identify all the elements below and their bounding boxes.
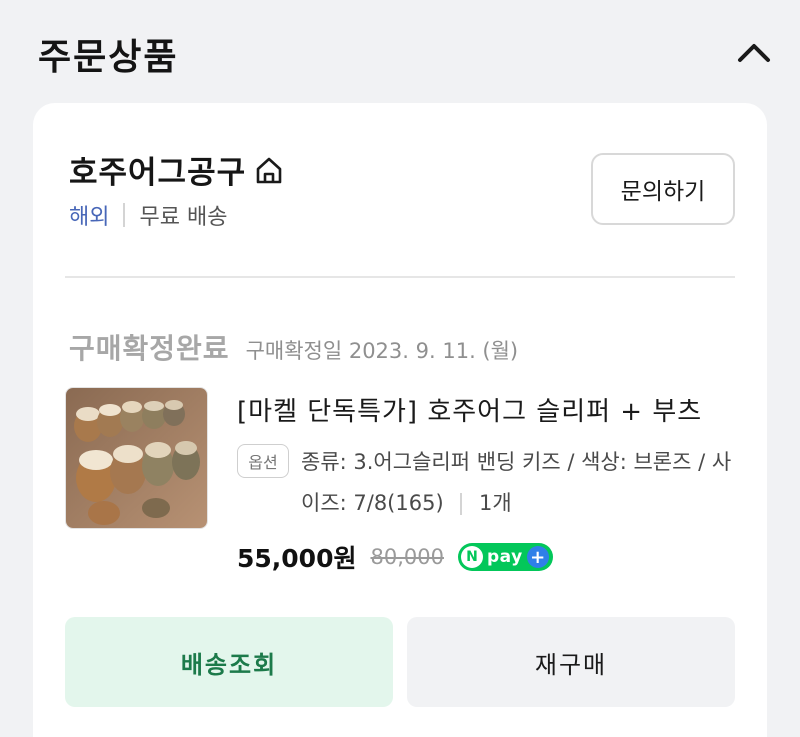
sale-price: 55,000원 <box>237 544 357 573</box>
plus-icon: + <box>526 546 549 568</box>
store-name-text: 호주어그공구 <box>69 155 247 191</box>
price-row: 55,000원 80,000 N pay + <box>237 539 553 575</box>
confirm-date: 구매확정일 2023. 9. 11. (월) <box>245 339 519 363</box>
chevron-up-icon[interactable] <box>734 36 774 68</box>
inquiry-button[interactable]: 문의하기 <box>591 153 735 225</box>
store-meta: 해외 무료 배송 <box>69 199 227 231</box>
store-name[interactable]: 호주어그공구 <box>69 147 284 192</box>
option-badge: 옵션 <box>237 444 289 478</box>
npay-logo-icon: N <box>460 546 483 568</box>
order-card: 호주어그공구 해외 무료 배송 문의하기 구매확정완료 구매확정일 2023. … <box>33 103 767 737</box>
shipping-label: 무료 배송 <box>139 205 228 230</box>
npay-plus-badge: N pay + <box>457 543 553 571</box>
original-price: 80,000 <box>370 545 444 569</box>
meta-divider <box>123 203 126 227</box>
section-title: 주문상품 <box>38 37 179 78</box>
home-icon <box>256 157 282 183</box>
product-image[interactable] <box>65 387 208 529</box>
npay-label: pay <box>486 547 523 567</box>
product-name[interactable]: [마켈 단독특가] 호주어그 슬리퍼 + 부츠 <box>237 391 702 428</box>
reorder-button[interactable]: 재구매 <box>407 617 735 707</box>
overseas-label: 해외 <box>69 205 110 230</box>
quantity-divider <box>460 493 463 515</box>
product-photo <box>66 388 207 528</box>
track-delivery-button[interactable]: 배송조회 <box>65 617 393 707</box>
quantity: 1개 <box>479 491 512 515</box>
option-text: 종류: 3.어그슬리퍼 밴딩 키즈 / 색상: 브론즈 / 사이즈: 7/8(1… <box>301 442 737 524</box>
section-header[interactable]: 주문상품 <box>0 0 800 100</box>
option-detail: 종류: 3.어그슬리퍼 밴딩 키즈 / 색상: 브론즈 / 사이즈: 7/8(1… <box>301 450 732 515</box>
divider <box>65 276 735 278</box>
order-status: 구매확정완료 구매확정일 2023. 9. 11. (월) <box>69 327 518 367</box>
status-label: 구매확정완료 <box>69 332 230 365</box>
